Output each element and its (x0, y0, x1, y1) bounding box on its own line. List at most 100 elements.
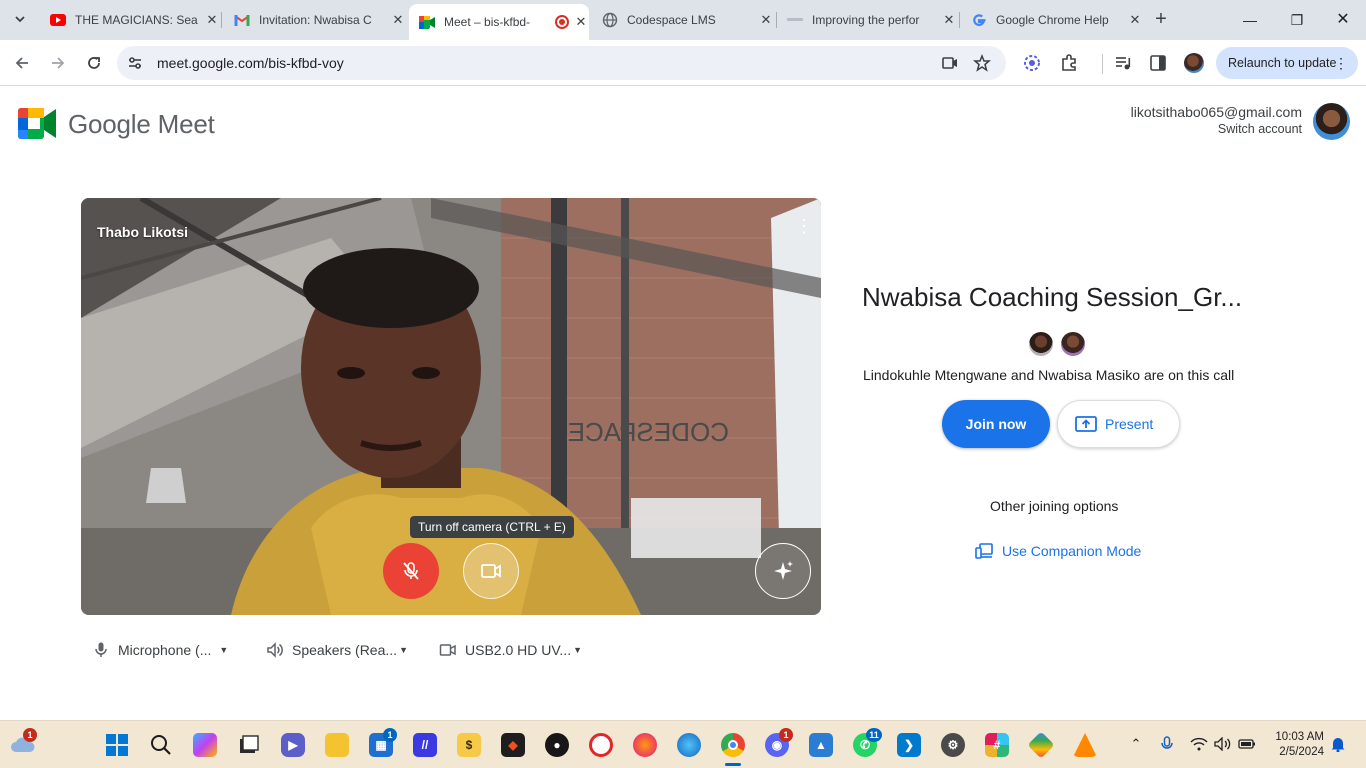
slack-app[interactable]: # (985, 733, 1009, 757)
reload-button[interactable] (82, 51, 106, 75)
join-now-button[interactable]: Join now (942, 400, 1050, 448)
task-view-button[interactable] (237, 733, 261, 757)
restore-button[interactable]: ❐ (1285, 8, 1309, 32)
tab-title: Meet – bis-kfbd- (444, 15, 531, 29)
new-tab-button[interactable]: + (1151, 9, 1171, 29)
media-control-icon[interactable] (1113, 53, 1133, 73)
tab-meet[interactable]: Meet – bis-kfbd- ✕ (409, 4, 589, 40)
gemini-app[interactable] (1027, 731, 1055, 759)
microphone-select[interactable]: Microphone (... ▼ (92, 640, 228, 660)
tab-title: Google Chrome Help (996, 13, 1109, 27)
teams-app[interactable]: ▶ (281, 733, 305, 757)
side-panel-icon[interactable] (1148, 53, 1168, 73)
sparkle-icon (774, 561, 793, 580)
extension-snowflake-icon[interactable] (1022, 53, 1042, 73)
vscode-icon: ❯ (903, 738, 915, 752)
profile-avatar[interactable] (1184, 53, 1204, 73)
gmail-icon (234, 12, 250, 28)
notification-bell-icon[interactable] (1329, 735, 1347, 753)
start-button[interactable] (105, 733, 129, 757)
battery-icon[interactable] (1238, 735, 1256, 753)
windows-taskbar: 1 ▶ ▦ 1 // $ ◆ ● ◉ 1 ▲ ✆ 11 ❯ ⚙ # ⌃ 10:0… (0, 720, 1366, 768)
tab-codespace[interactable]: Codespace LMS ✕ (592, 6, 774, 34)
camera-feed-image: CODESPACE (81, 198, 821, 615)
clock-time: 10:03 AM (1275, 731, 1324, 743)
present-screen-icon (1075, 416, 1097, 432)
meet-brand-title: Google Meet (68, 109, 215, 139)
mic-off-icon (403, 562, 419, 580)
companion-mode-link[interactable]: Use Companion Mode (975, 541, 1141, 561)
more-vert-icon[interactable]: ⋮ (1334, 47, 1348, 79)
copilot-app[interactable] (193, 733, 217, 757)
self-video-preview: CODESPACE Thabo Likotsi ⋮ Turn off camer… (81, 198, 821, 615)
chevron-up-icon[interactable]: ⌃ (1127, 735, 1145, 753)
camera-toggle-button[interactable] (463, 543, 519, 599)
camera-in-use-icon[interactable] (941, 54, 959, 72)
close-window-button[interactable]: ✕ (1331, 8, 1355, 32)
file-explorer-app[interactable] (325, 733, 349, 757)
speaker-icon (267, 642, 283, 658)
tab-search-button[interactable] (8, 7, 32, 31)
figma-icon: ◆ (508, 738, 518, 752)
edge-app[interactable] (677, 733, 701, 757)
caret-down-icon: ▼ (573, 645, 583, 655)
toolbar-divider (1102, 54, 1103, 74)
tab-divider (959, 12, 960, 28)
participant-avatar (1061, 332, 1085, 356)
more-options-icon[interactable]: ⋮ (795, 217, 813, 235)
system-clock[interactable]: 10:03 AM 2/5/2024 (1262, 730, 1324, 760)
switch-account-link[interactable]: Switch account (1131, 122, 1302, 136)
close-tab-icon[interactable]: ✕ (204, 12, 220, 28)
back-button[interactable] (10, 51, 34, 75)
vlc-app[interactable] (1073, 733, 1097, 757)
visual-effects-button[interactable] (755, 543, 811, 599)
camera-tooltip: Turn off camera (CTRL + E) (410, 516, 574, 538)
site-settings-icon[interactable] (126, 54, 144, 72)
globe-icon (602, 12, 618, 28)
participants-on-call-text: Lindokuhle Mtengwane and Nwabisa Masiko … (863, 367, 1235, 383)
whatsapp-badge: 11 (866, 728, 882, 742)
speakers-select[interactable]: Speakers (Rea... ▼ (266, 640, 408, 660)
wallet-app[interactable]: $ (457, 733, 481, 757)
reader-app[interactable]: // (413, 733, 437, 757)
relaunch-label: Relaunch to update (1228, 56, 1337, 70)
microphone-tray-icon[interactable] (1158, 735, 1176, 753)
wifi-icon[interactable] (1190, 735, 1208, 753)
microphone-value: Microphone (... (118, 642, 212, 658)
address-bar[interactable]: meet.google.com/bis-kfbd-voy (117, 46, 1006, 80)
tab-chrome-help[interactable]: Google Chrome Help ✕ (961, 6, 1143, 34)
bookmark-star-icon[interactable] (973, 54, 991, 72)
tab-gmail[interactable]: Invitation: Nwabisa C ✕ (224, 6, 406, 34)
youtube-icon (50, 12, 66, 28)
chrome-app[interactable] (721, 733, 745, 766)
search-button[interactable] (149, 733, 173, 757)
url-text[interactable]: meet.google.com/bis-kfbd-voy (157, 55, 344, 71)
gear-icon: ⚙ (947, 738, 959, 752)
figma-app[interactable]: ◆ (501, 733, 525, 757)
relaunch-update-button[interactable]: Relaunch to update ⋮ (1216, 47, 1358, 79)
opera-app[interactable] (589, 733, 613, 757)
close-tab-icon[interactable]: ✕ (573, 14, 589, 30)
firefox-app[interactable] (633, 733, 657, 757)
close-tab-icon[interactable]: ✕ (758, 12, 774, 28)
reload-icon (88, 57, 100, 69)
close-tab-icon[interactable]: ✕ (1127, 12, 1143, 28)
speakers-value: Speakers (Rea... (292, 642, 398, 658)
settings-app[interactable]: ⚙ (941, 733, 965, 757)
close-tab-icon[interactable]: ✕ (941, 12, 957, 28)
camera-select[interactable]: USB2.0 HD UV... ▼ (439, 640, 582, 660)
forward-button[interactable] (46, 51, 70, 75)
microphone-toggle-button[interactable] (383, 543, 439, 599)
extensions-puzzle-icon[interactable] (1059, 53, 1079, 73)
mountain-icon: ▲ (815, 738, 827, 752)
minimize-button[interactable]: — (1238, 8, 1262, 32)
volume-icon[interactable] (1214, 735, 1232, 753)
tab-improving[interactable]: Improving the perfor ✕ (777, 6, 957, 34)
account-avatar[interactable] (1313, 103, 1350, 140)
github-app[interactable]: ● (545, 733, 569, 757)
photos-app[interactable]: ▲ (809, 733, 833, 757)
close-tab-icon[interactable]: ✕ (390, 12, 406, 28)
vscode-app[interactable]: ❯ (897, 733, 921, 757)
present-button[interactable]: Present (1057, 400, 1180, 448)
tab-youtube[interactable]: THE MAGICIANS: Sea ✕ (40, 6, 220, 34)
